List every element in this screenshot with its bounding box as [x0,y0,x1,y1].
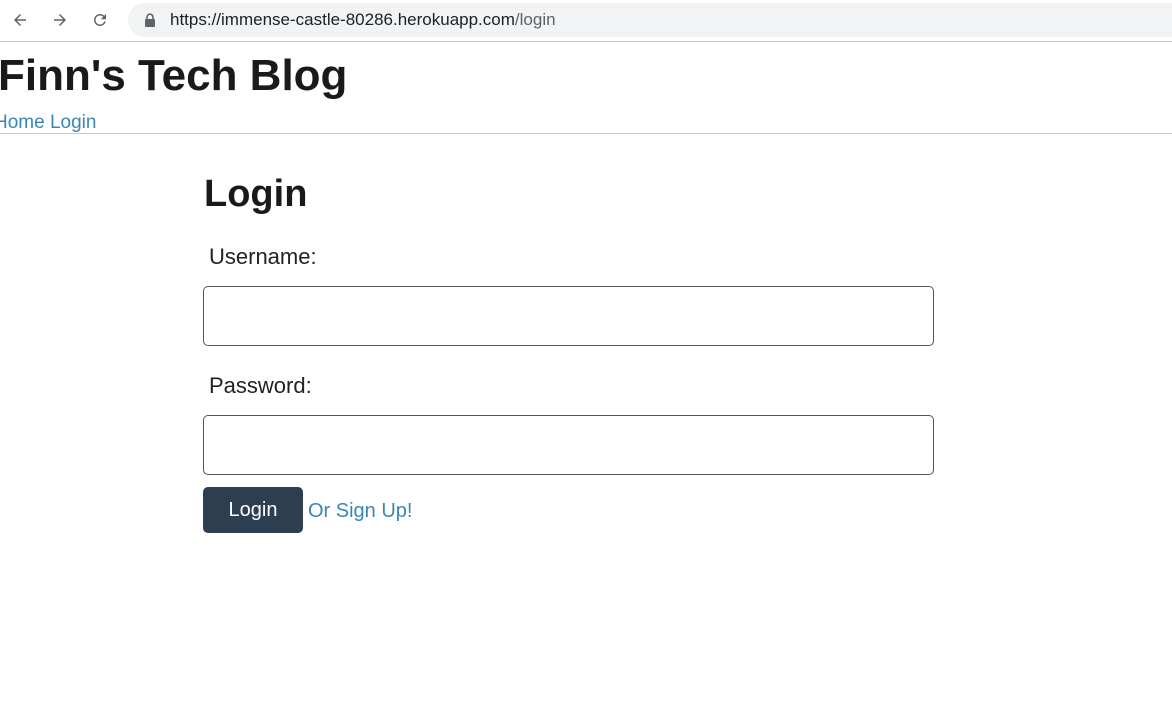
page-title: Login [204,173,308,215]
forward-button[interactable] [47,7,73,33]
arrow-left-icon [14,14,26,26]
url-path: /login [514,10,556,29]
address-bar[interactable]: https://immense-castle-80286.herokuapp.c… [128,3,1172,37]
password-label: Password: [209,373,312,398]
site-nav: Home Login [0,112,96,134]
username-label: Username: [209,244,317,269]
reload-icon [93,13,106,26]
browser-toolbar: https://immense-castle-80286.herokuapp.c… [0,0,1172,42]
nav-link-home[interactable]: Home [0,112,45,133]
username-field[interactable] [203,286,934,346]
site-title: Finn's Tech Blog [0,51,348,100]
signup-link[interactable]: Or Sign Up! [308,499,412,523]
login-button[interactable]: Login [203,487,303,533]
nav-link-login[interactable]: Login [50,112,97,133]
lock-icon [145,13,155,27]
password-field[interactable] [203,415,934,475]
back-button[interactable] [7,7,33,33]
url-host: https://immense-castle-80286.herokuapp.c… [170,10,515,29]
header-divider [0,133,1172,134]
reload-button[interactable] [87,7,113,33]
arrow-right-icon [54,14,66,26]
url-text[interactable]: https://immense-castle-80286.herokuapp.c… [170,10,556,30]
